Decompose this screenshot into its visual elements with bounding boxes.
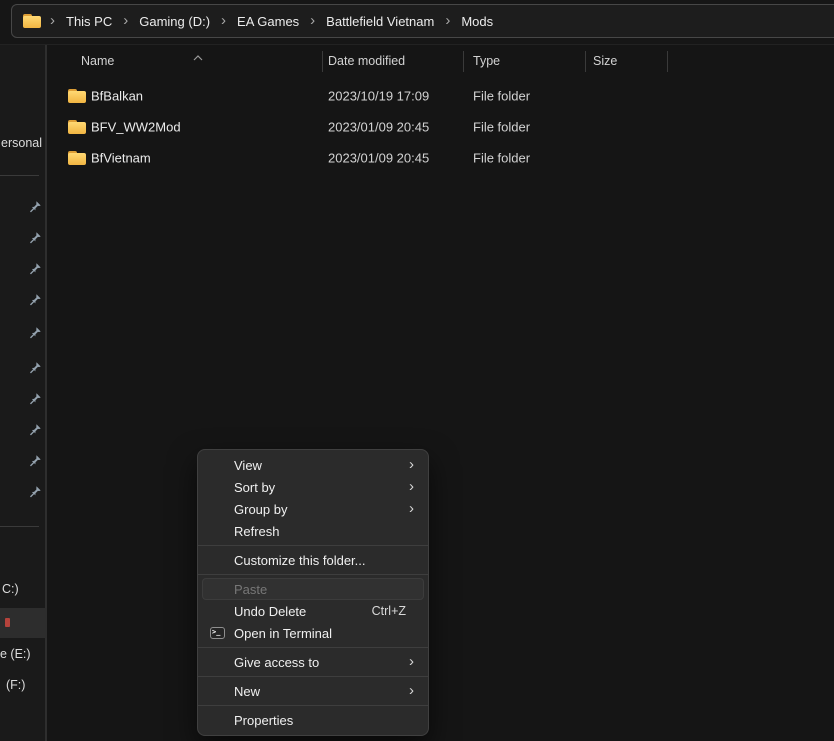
pin-icon[interactable]: [29, 485, 42, 498]
pin-icon[interactable]: [29, 361, 42, 374]
breadcrumb-separator: ›: [44, 12, 61, 31]
file-name: BFV_WW2Mod: [91, 119, 181, 134]
sidebar-divider: [0, 526, 39, 527]
pin-icon[interactable]: [29, 423, 42, 436]
menu-item-open-in-terminal[interactable]: >_ Open in Terminal: [202, 622, 424, 644]
menu-item-new[interactable]: New›: [202, 680, 424, 702]
chevron-right-icon: ›: [409, 500, 414, 517]
sidebar: ersonal C:) e (E:) (F:): [0, 45, 47, 741]
breadcrumb-separator: ›: [439, 12, 456, 31]
column-header-row: Name Date modified Type Size: [49, 45, 834, 78]
menu-separator: [198, 545, 428, 546]
menu-item-label: Undo Delete: [234, 604, 372, 619]
file-name: BfBalkan: [91, 88, 143, 103]
breadcrumb-item-mods[interactable]: Mods: [456, 10, 498, 33]
menu-separator: [198, 676, 428, 677]
menu-item-label: Customize this folder...: [234, 553, 410, 568]
breadcrumb-separator: ›: [215, 12, 232, 31]
chevron-right-icon: ›: [409, 653, 414, 670]
menu-item-refresh[interactable]: Refresh: [202, 520, 424, 542]
chevron-right-icon: ›: [409, 478, 414, 495]
menu-item-label: Sort by: [234, 480, 410, 495]
sidebar-item-drive-c[interactable]: C:): [2, 582, 19, 597]
chevron-right-icon: ›: [409, 456, 414, 473]
file-date-modified: 2023/01/09 20:45: [328, 119, 429, 134]
sidebar-item-drive-e-e[interactable]: e (E:): [0, 647, 31, 662]
column-resize-handle[interactable]: [322, 51, 323, 72]
folder-icon: [68, 151, 86, 165]
menu-item-label: Group by: [234, 502, 410, 517]
menu-item-sort-by[interactable]: Sort by›: [202, 476, 424, 498]
folder-icon: [23, 14, 41, 28]
breadcrumb-item-gaming-d[interactable]: Gaming (D:): [134, 10, 215, 33]
breadcrumb-item-ea-games[interactable]: EA Games: [232, 10, 304, 33]
sort-ascending-icon: [193, 48, 203, 66]
sidebar-item-onedrive-personal[interactable]: ersonal: [1, 136, 42, 151]
menu-item-customize-this-folder[interactable]: Customize this folder...: [202, 549, 424, 571]
menu-item-label: View: [234, 458, 410, 473]
column-resize-handle[interactable]: [463, 51, 464, 72]
menu-item-view[interactable]: View›: [202, 454, 424, 476]
breadcrumb-item-battlefield-vietnam[interactable]: Battlefield Vietnam: [321, 10, 439, 33]
breadcrumb-separator: ›: [117, 12, 134, 31]
file-type: File folder: [473, 88, 530, 103]
pin-icon[interactable]: [29, 326, 42, 339]
column-header-type[interactable]: Type: [473, 54, 500, 68]
menu-item-group-by[interactable]: Group by›: [202, 498, 424, 520]
column-header-date-modified[interactable]: Date modified: [328, 54, 405, 68]
pin-icon[interactable]: [29, 392, 42, 405]
pin-icon[interactable]: [29, 262, 42, 275]
pin-icon[interactable]: [29, 293, 42, 306]
pin-icon[interactable]: [29, 231, 42, 244]
breadcrumb-separator: ›: [304, 12, 321, 31]
pin-icon[interactable]: [29, 454, 42, 467]
column-header-name[interactable]: Name: [81, 54, 114, 68]
context-menu: View›Sort by›Group by›RefreshCustomize t…: [197, 449, 429, 736]
menu-item-give-access-to[interactable]: Give access to›: [202, 651, 424, 673]
menu-item-properties[interactable]: Properties: [202, 709, 424, 731]
menu-item-label: Properties: [234, 713, 410, 728]
breadcrumb: ›This PC›Gaming (D:)›EA Games›Battlefiel…: [44, 10, 498, 33]
file-row-bfvietnam[interactable]: BfVietnam 2023/01/09 20:45 File folder: [53, 142, 824, 173]
column-resize-handle[interactable]: [585, 51, 586, 72]
menu-separator: [198, 647, 428, 648]
menu-item-label: New: [234, 684, 410, 699]
folder-icon: [68, 120, 86, 134]
menu-item-label: Open in Terminal: [234, 626, 410, 641]
sidebar-item-selected-drive[interactable]: [0, 608, 47, 638]
breadcrumb-item-this-pc[interactable]: This PC: [61, 10, 117, 33]
file-type: File folder: [473, 150, 530, 165]
menu-item-label: Refresh: [234, 524, 410, 539]
drive-icon-fragment: [5, 618, 10, 627]
menu-item-label: Give access to: [234, 655, 410, 670]
menu-separator: [198, 705, 428, 706]
file-name: BfVietnam: [91, 150, 151, 165]
file-date-modified: 2023/10/19 17:09: [328, 88, 429, 103]
folder-icon: [68, 89, 86, 103]
menu-item-label: Paste: [234, 582, 410, 597]
address-bar[interactable]: ›This PC›Gaming (D:)›EA Games›Battlefiel…: [11, 4, 834, 38]
sidebar-divider: [0, 175, 39, 176]
terminal-icon: >_: [210, 627, 225, 639]
toolbar: ›This PC›Gaming (D:)›EA Games›Battlefiel…: [0, 0, 834, 45]
sidebar-item-drive-f[interactable]: (F:): [6, 678, 25, 693]
file-row-bfv-ww2mod[interactable]: BFV_WW2Mod 2023/01/09 20:45 File folder: [53, 111, 824, 142]
menu-separator: [198, 574, 428, 575]
column-resize-handle[interactable]: [667, 51, 668, 72]
menu-accelerator: Ctrl+Z: [372, 604, 406, 618]
file-type: File folder: [473, 119, 530, 134]
file-row-bfbalkan[interactable]: BfBalkan 2023/10/19 17:09 File folder: [53, 80, 824, 111]
pin-icon[interactable]: [29, 200, 42, 213]
menu-item-paste[interactable]: Paste: [202, 578, 424, 600]
file-date-modified: 2023/01/09 20:45: [328, 150, 429, 165]
file-list-pane: Name Date modified Type Size BfBalkan 202…: [49, 45, 834, 741]
menu-item-undo-delete[interactable]: Undo DeleteCtrl+Z: [202, 600, 424, 622]
column-header-size[interactable]: Size: [593, 54, 617, 68]
chevron-right-icon: ›: [409, 682, 414, 699]
